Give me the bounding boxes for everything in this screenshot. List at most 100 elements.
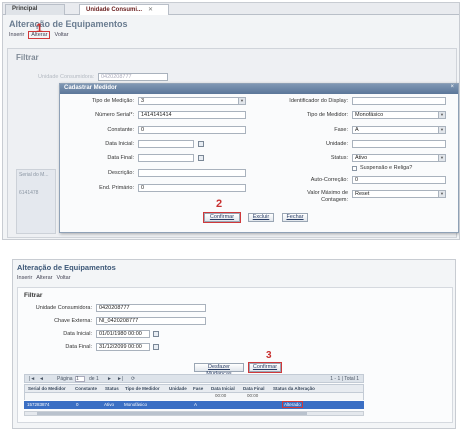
unidade-consumidora-input[interactable]: 0420208777 [96, 304, 206, 312]
chave-externa-input[interactable]: NI_0420208777 [96, 317, 206, 325]
numero-serial-input[interactable]: 1414141414 [138, 111, 246, 119]
chevron-down-icon[interactable]: ▼ [438, 155, 445, 161]
col-constante[interactable]: Constante [75, 386, 97, 391]
chevron-down-icon[interactable]: ▼ [438, 191, 445, 197]
constante-input[interactable]: 0 [138, 126, 246, 134]
close-tab-icon[interactable]: ✕ [148, 7, 153, 13]
filter-label: Filtrar [16, 53, 39, 62]
filter-panel: Filtrar Unidade Consumidora: 0420208777 … [17, 287, 453, 423]
data-inicial-label: Data Inicial: [63, 331, 92, 337]
col-status[interactable]: Status [105, 386, 119, 391]
first-page-icon[interactable]: |◄ [29, 376, 35, 382]
col-serial[interactable]: Serial do Medidor [28, 386, 66, 391]
unidade-consumidora-label: Unidade Consumidora: [35, 305, 92, 311]
auto-correcao-input[interactable]: 0 [352, 176, 446, 184]
page-title: Alteração de Equipamentos [17, 263, 116, 272]
tipo-medidor-label: Tipo de Medidor: [306, 112, 348, 118]
suspensao-checkbox[interactable] [352, 166, 357, 171]
col-data-final[interactable]: Data Final [243, 386, 265, 391]
chevron-down-icon[interactable]: ▼ [438, 112, 445, 118]
confirm-button[interactable]: Confirmar [248, 362, 282, 373]
dialog-header: Cadastrar Medidor × [60, 84, 458, 94]
undo-changes-button[interactable]: Desfazer Mudanças [194, 363, 244, 377]
col-status-alteracao[interactable]: Status da Alteração [273, 386, 315, 391]
tab-label: Principal [12, 6, 38, 12]
numero-serial-label: Número Serial*: [95, 112, 134, 118]
tab-unidade-consumidora[interactable]: Unidade Consumi... ✕ [79, 4, 169, 15]
col-tipo[interactable]: Tipo de Medidor [125, 386, 160, 391]
grid-header: Serial do M... [19, 172, 49, 178]
tab-label: Unidade Consumi... [86, 7, 143, 13]
descricao-label: Descrição: [108, 170, 134, 176]
identificador-display-input[interactable] [352, 97, 446, 105]
data-inicial-label: Data Inicial: [105, 141, 134, 147]
select-value: Reset [355, 191, 370, 197]
chevron-down-icon[interactable]: ▼ [438, 127, 445, 133]
grid-pager: |◄ ◄ Página 1 de 1 ► ►| ⟳ 1 - 1 | Total … [24, 374, 364, 383]
menu-insert[interactable]: Inserir [9, 32, 24, 38]
cell-constante: 0 [76, 402, 79, 407]
fase-select[interactable]: A ▼ [352, 126, 446, 134]
cell-serial: 157283874 [27, 402, 50, 407]
tab-principal[interactable]: Principal [5, 4, 65, 15]
status-select[interactable]: Ativo ▼ [352, 154, 446, 162]
page-input[interactable]: 1 [75, 376, 85, 382]
background-grid: Serial do M... 6141478 [16, 169, 56, 234]
subrow-data-final: 00:00 [247, 393, 259, 398]
grid-subrow: 00:00 00:00 [24, 393, 364, 400]
cell-fase: A [194, 402, 198, 407]
next-page-icon[interactable]: ► [107, 376, 112, 382]
data-inicial-input[interactable] [138, 140, 194, 148]
scrollbar-thumb[interactable] [37, 412, 307, 415]
descricao-input[interactable] [138, 169, 246, 177]
menu-insert[interactable]: Inserir [17, 275, 32, 281]
step-number-3: 3 [266, 350, 272, 361]
close-icon[interactable]: × [450, 84, 454, 90]
tipo-medidor-select[interactable]: Monofásico ▼ [352, 111, 446, 119]
step1-screenshot: Principal Unidade Consumi... ✕ Alteração … [2, 2, 460, 240]
data-final-input[interactable]: 31/12/2099 00:00 [96, 343, 150, 351]
chevron-down-icon[interactable]: ▼ [238, 98, 245, 104]
end-primario-label: End. Primário: [99, 185, 134, 191]
last-page-icon[interactable]: ►| [117, 376, 123, 382]
delete-button[interactable]: Excluir [248, 213, 274, 222]
prev-page-icon[interactable]: ◄ [39, 376, 44, 382]
dialog-title: Cadastrar Medidor [64, 85, 118, 91]
horizontal-scrollbar[interactable] [24, 411, 364, 416]
end-primario-input[interactable]: 0 [138, 184, 246, 192]
cell-status: Ativo [104, 402, 115, 407]
select-value: A [355, 127, 359, 133]
menu-alter[interactable]: Alterar [36, 275, 52, 281]
unidade-input[interactable] [352, 140, 446, 148]
consumer-field[interactable]: 0420208777 [98, 73, 168, 81]
constante-label: Constante: [107, 127, 134, 133]
consumer-label: Unidade Consumidora: [38, 74, 95, 80]
calendar-icon[interactable] [198, 141, 204, 147]
refresh-icon[interactable]: ⟳ [131, 376, 135, 382]
col-data-inicial[interactable]: Data Inicial [211, 386, 235, 391]
action-menu: Inserir Alterar Voltar [17, 275, 75, 281]
calendar-icon[interactable] [198, 155, 204, 161]
calendar-icon[interactable] [153, 344, 159, 350]
table-row[interactable]: 157283874 0 Ativo Monofásico A Alterado [24, 401, 364, 409]
menu-back[interactable]: Voltar [54, 32, 68, 38]
valor-maximo-select[interactable]: Reset ▼ [352, 190, 446, 198]
step-number-2: 2 [216, 198, 223, 210]
step2-screenshot: Alteração de Equipamentos Inserir Alterar… [12, 259, 456, 429]
data-final-label: Data Final: [107, 155, 134, 161]
filter-label: Filtrar [24, 292, 43, 299]
menu-back[interactable]: Voltar [56, 275, 70, 281]
identificador-display-label: Identificador do Display: [289, 98, 348, 104]
calendar-icon[interactable] [153, 331, 159, 337]
col-unidade[interactable]: Unidade [169, 386, 187, 391]
close-button[interactable]: Fechar [282, 213, 308, 222]
page-label: Página [57, 376, 73, 382]
data-final-input[interactable] [138, 154, 194, 162]
chave-externa-label: Chave Externa: [54, 318, 92, 324]
confirm-button[interactable]: Confirmar [203, 212, 241, 223]
page-title: Alteração de Equipamentos [9, 19, 128, 29]
col-fase[interactable]: Fase [193, 386, 203, 391]
data-final-label: Data Final: [65, 344, 92, 350]
data-inicial-input[interactable]: 01/01/1980 00:00 [96, 330, 150, 338]
tipo-medicao-select[interactable]: 3 ▼ [138, 97, 246, 105]
